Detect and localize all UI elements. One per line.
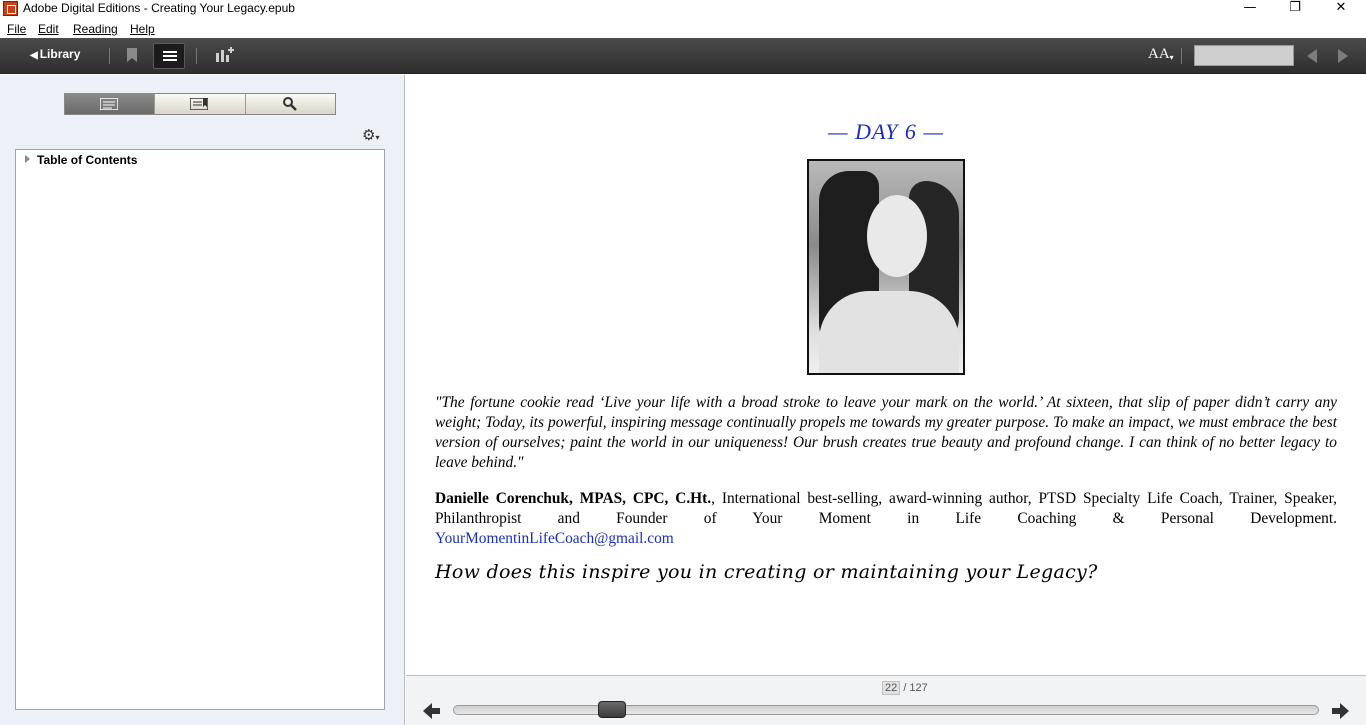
toc-item-table-of-contents[interactable]: Table of Contents xyxy=(25,153,137,167)
toolbar-divider xyxy=(196,48,197,64)
close-button[interactable]: ✕ xyxy=(1318,0,1364,19)
toc-toggle-button[interactable] xyxy=(153,43,185,69)
previous-page-arrow-icon[interactable] xyxy=(423,702,441,720)
search-input[interactable] xyxy=(1194,45,1294,66)
page-slider-thumb[interactable] xyxy=(597,701,626,718)
author-photo xyxy=(807,159,965,375)
menu-edit[interactable]: Edit xyxy=(38,22,59,36)
maximize-button[interactable]: ❐ xyxy=(1272,0,1318,19)
page-indicator: 22 / 127 xyxy=(882,681,928,695)
author-bio: Danielle Corenchuk, MPAS, CPC, C.Ht., In… xyxy=(435,489,1337,529)
author-name: Danielle Corenchuk, MPAS, CPC, C.Ht. xyxy=(435,490,712,507)
title-bar: Adobe Digital Editions - Creating Your L… xyxy=(0,0,1366,19)
page-slider-track[interactable] xyxy=(453,705,1319,715)
minimize-button[interactable]: — xyxy=(1227,0,1273,19)
author-email-link[interactable]: YourMomentinLifeCoach@gmail.com xyxy=(435,529,674,549)
quote-paragraph: "The fortune cookie read ‘Live your life… xyxy=(435,394,1337,471)
toolbar-divider xyxy=(109,48,110,64)
current-page-field[interactable]: 22 xyxy=(882,681,901,695)
list-icon-line xyxy=(163,55,177,57)
menu-help[interactable]: Help xyxy=(130,22,155,36)
expand-triangle-icon[interactable] xyxy=(25,155,30,163)
add-to-chart-icon[interactable] xyxy=(215,47,234,63)
search-icon xyxy=(282,97,297,111)
table-of-contents-panel: Table of Contents xyxy=(15,149,385,710)
reflection-question: How does this inspire you in creating or… xyxy=(435,561,1098,583)
bookmarks-list-icon xyxy=(190,98,209,110)
list-icon-line xyxy=(163,51,177,53)
toc-item-label: Table of Contents xyxy=(37,153,138,167)
previous-result-icon[interactable] xyxy=(1307,49,1317,63)
window-title: Adobe Digital Editions - Creating Your L… xyxy=(23,1,295,15)
contents-icon xyxy=(100,98,118,110)
bookmark-icon[interactable] xyxy=(127,48,137,62)
menu-edit-label: Edit xyxy=(38,22,59,36)
photo-sweater xyxy=(819,291,959,373)
chapter-title: — DAY 6 — xyxy=(828,119,944,144)
total-pages: / 127 xyxy=(903,682,928,694)
next-page-arrow-icon[interactable] xyxy=(1331,702,1349,720)
library-label: Library xyxy=(39,47,81,61)
reading-pane: — DAY 6 — "The fortune cookie read ‘Live… xyxy=(406,75,1366,675)
toolbar-divider xyxy=(1181,48,1182,64)
adobe-digital-editions-icon xyxy=(3,1,18,16)
menu-help-label: Help xyxy=(130,22,155,36)
font-size-button[interactable]: AA▾ xyxy=(1148,46,1174,63)
tab-table-of-contents[interactable] xyxy=(65,94,156,114)
menu-reading[interactable]: Reading xyxy=(73,22,118,36)
next-result-icon[interactable] xyxy=(1338,49,1348,63)
dropdown-caret-icon: ▾ xyxy=(375,133,380,142)
tab-bookmarks[interactable] xyxy=(155,94,246,114)
menu-reading-label: Reading xyxy=(73,22,118,36)
sidebar-view-switcher xyxy=(64,93,336,115)
sidebar: ⚙▾ Table of Contents xyxy=(0,75,405,725)
menu-file[interactable]: File xyxy=(7,22,26,36)
gear-icon[interactable]: ⚙▾ xyxy=(362,126,379,144)
font-size-label: AA xyxy=(1148,46,1170,62)
menu-file-label: File xyxy=(7,22,27,36)
dropdown-caret-icon: ▾ xyxy=(1169,53,1174,62)
tab-search[interactable] xyxy=(245,94,335,114)
back-arrow-icon: ◀ xyxy=(30,50,38,61)
library-button[interactable]: ◀ Library xyxy=(30,47,80,61)
page-navigation-bar: 22 / 127 xyxy=(406,675,1366,725)
photo-face xyxy=(867,195,927,277)
menu-bar: File Edit Reading Help xyxy=(0,19,1366,38)
list-icon-line xyxy=(163,59,177,61)
